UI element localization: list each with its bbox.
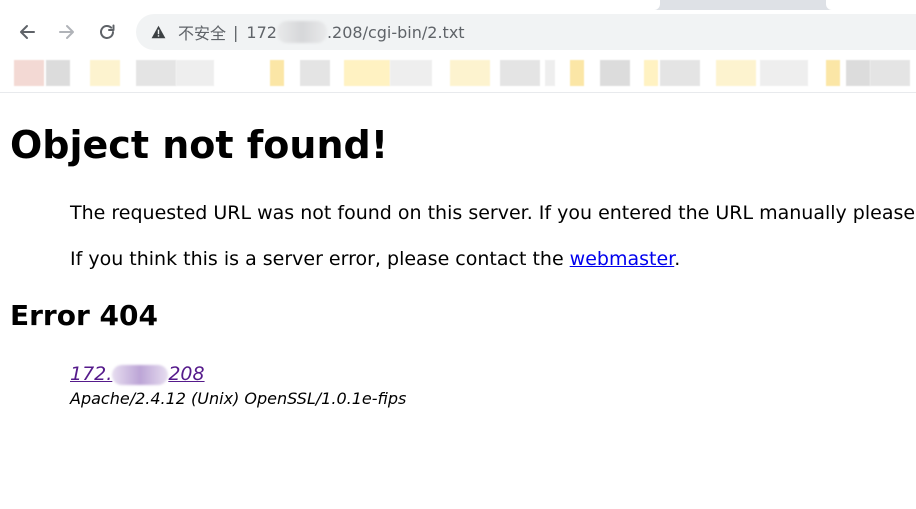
bookmark-item[interactable]: [570, 60, 584, 86]
tab-right[interactable]: [826, 0, 916, 10]
server-link-end: 208: [168, 363, 205, 385]
page-content: Object not found! The requested URL was …: [0, 93, 916, 509]
bookmark-item[interactable]: [870, 60, 910, 86]
address-bar[interactable]: 不安全 | 172 .208 /cgi-bin/2.txt: [136, 14, 916, 50]
bookmark-item[interactable]: [450, 60, 490, 86]
server-signature: Apache/2.4.12 (Unix) OpenSSL/1.0.1e-fips: [70, 389, 407, 408]
browser-toolbar: 不安全 | 172 .208 /cgi-bin/2.txt: [0, 10, 916, 54]
arrow-left-icon: [20, 25, 35, 39]
tab-strip: [0, 0, 916, 10]
server-link[interactable]: 172. 208: [70, 363, 205, 385]
bookmark-item[interactable]: [344, 60, 390, 86]
url-host-end: .208: [326, 22, 363, 42]
bookmark-item[interactable]: [90, 60, 120, 86]
bookmark-item[interactable]: [270, 60, 284, 86]
bookmark-item[interactable]: [846, 60, 870, 86]
bookmark-item[interactable]: [660, 60, 700, 86]
redacted-link-segment: [112, 364, 169, 385]
server-address: 172. 208 Apache/2.4.12 (Unix) OpenSSL/1.0…: [70, 363, 406, 408]
page-title: Object not found!: [10, 123, 389, 167]
bookmark-item[interactable]: [176, 60, 214, 86]
active-tab[interactable]: [0, 0, 660, 10]
url-path: /cgi-bin/2.txt: [362, 22, 465, 42]
security-label[interactable]: 不安全: [178, 20, 226, 44]
omnibox-separator: |: [233, 22, 239, 42]
redacted-url-segment: [276, 21, 327, 43]
back-button[interactable]: [12, 17, 42, 47]
bookmark-item[interactable]: [500, 60, 540, 86]
bookmark-item[interactable]: [390, 60, 432, 86]
webmaster-link[interactable]: webmaster: [570, 248, 675, 270]
bookmark-item[interactable]: [716, 60, 756, 86]
contact-text: If you think this is a server error, ple…: [70, 248, 570, 270]
bookmark-item[interactable]: [826, 60, 840, 86]
contact-paragraph: If you think this is a server error, ple…: [70, 248, 680, 270]
bookmark-item[interactable]: [300, 60, 330, 86]
bookmark-item[interactable]: [545, 60, 555, 86]
forward-button[interactable]: [52, 17, 82, 47]
reload-icon: [100, 24, 115, 39]
url-host-start: 172: [246, 22, 277, 42]
contact-period: .: [674, 248, 681, 270]
arrow-right-icon: [59, 25, 74, 39]
bookmark-item[interactable]: [760, 60, 808, 86]
bookmark-item[interactable]: [644, 60, 658, 86]
bookmarks-bar: [0, 54, 916, 92]
bookmark-item[interactable]: [14, 60, 44, 86]
bookmark-item[interactable]: [46, 60, 70, 86]
error-description: The requested URL was not found on this …: [70, 202, 916, 224]
bookmark-item[interactable]: [600, 60, 630, 86]
warning-triangle-icon[interactable]: [150, 24, 166, 40]
bookmark-item[interactable]: [136, 60, 176, 86]
error-code-heading: Error 404: [10, 299, 158, 332]
server-link-start: 172.: [70, 363, 113, 385]
reload-button[interactable]: [92, 17, 122, 47]
